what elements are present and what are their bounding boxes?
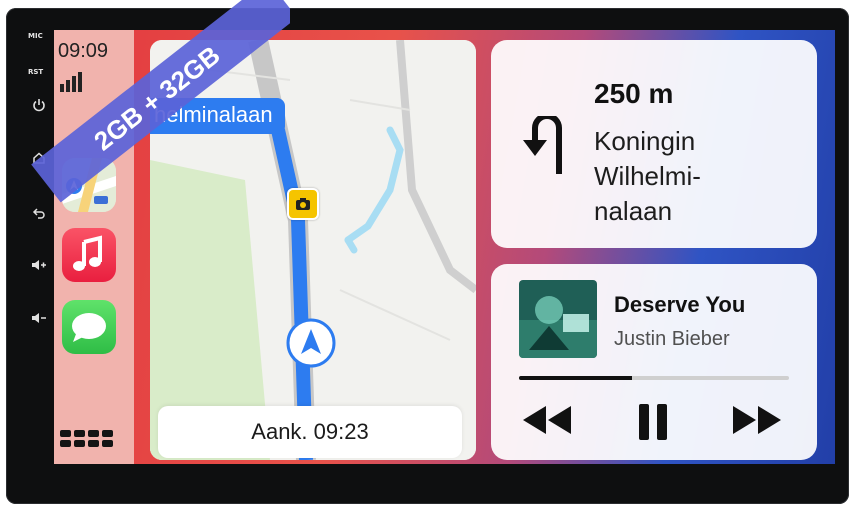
volume-down-button[interactable] bbox=[24, 307, 54, 329]
messages-app-icon[interactable] bbox=[62, 300, 116, 354]
track-title: Deserve You bbox=[614, 292, 746, 317]
music-note-icon bbox=[73, 235, 102, 271]
chat-bubble-icon bbox=[72, 313, 106, 342]
playback-progress-fill bbox=[519, 376, 633, 380]
playback-progress[interactable] bbox=[519, 376, 789, 380]
back-icon bbox=[32, 208, 45, 219]
maps-icon bbox=[62, 158, 116, 212]
current-street-label: helminalaan bbox=[150, 98, 285, 134]
turn-distance: 250 m bbox=[594, 78, 674, 109]
navigation-card[interactable]: 250 m Koningin Wilhelmi- nalaan bbox=[491, 40, 817, 248]
rewind-button[interactable] bbox=[521, 402, 573, 443]
volume-up-icon bbox=[32, 260, 46, 270]
eta-bar[interactable]: Aank. 09:23 bbox=[158, 406, 462, 458]
u-turn-icon bbox=[523, 116, 562, 174]
music-app-icon[interactable] bbox=[62, 228, 116, 282]
home-icon bbox=[33, 152, 45, 164]
power-button[interactable] bbox=[24, 94, 54, 116]
fast-forward-button[interactable] bbox=[731, 402, 783, 443]
power-icon bbox=[33, 99, 45, 112]
speed-camera-icon bbox=[287, 188, 319, 220]
head-unit: MIC RST 09:09 helminalaan Aank. 09:23 25… bbox=[6, 0, 849, 504]
volume-down-icon bbox=[32, 313, 46, 323]
maps-app-icon[interactable] bbox=[62, 158, 116, 212]
pause-icon bbox=[639, 404, 667, 440]
track-artist: Justin Bieber bbox=[614, 328, 730, 350]
eta-label: Aank. 09:23 bbox=[251, 419, 369, 444]
turn-street-line: Wilhelmi- bbox=[594, 161, 701, 191]
pause-button[interactable] bbox=[637, 402, 669, 447]
fast-forward-icon bbox=[733, 406, 781, 434]
map-view[interactable]: helminalaan Aank. 09:23 bbox=[150, 40, 476, 460]
album-artwork[interactable] bbox=[519, 280, 597, 358]
turn-street-line: Koningin bbox=[594, 126, 696, 156]
signal-strength-icon bbox=[60, 72, 82, 92]
app-grid-icon[interactable] bbox=[60, 430, 113, 447]
back-button[interactable] bbox=[24, 202, 54, 224]
side-panel: MIC RST bbox=[18, 30, 58, 470]
reset-label: RST bbox=[28, 68, 44, 76]
carplay-screen: 09:09 helminalaan Aank. 09:23 250 m Koni… bbox=[54, 30, 835, 464]
home-button[interactable] bbox=[24, 147, 54, 169]
volume-up-button[interactable] bbox=[24, 254, 54, 276]
turn-street: Koningin Wilhelmi- nalaan bbox=[594, 124, 804, 229]
rewind-icon bbox=[523, 406, 571, 434]
turn-street-line: nalaan bbox=[594, 196, 673, 226]
mic-label: MIC bbox=[28, 32, 43, 40]
current-location-icon bbox=[286, 318, 336, 368]
status-clock: 09:09 bbox=[58, 40, 109, 62]
dock: 09:09 bbox=[54, 30, 134, 464]
now-playing-card[interactable]: Deserve You Justin Bieber bbox=[491, 264, 817, 460]
